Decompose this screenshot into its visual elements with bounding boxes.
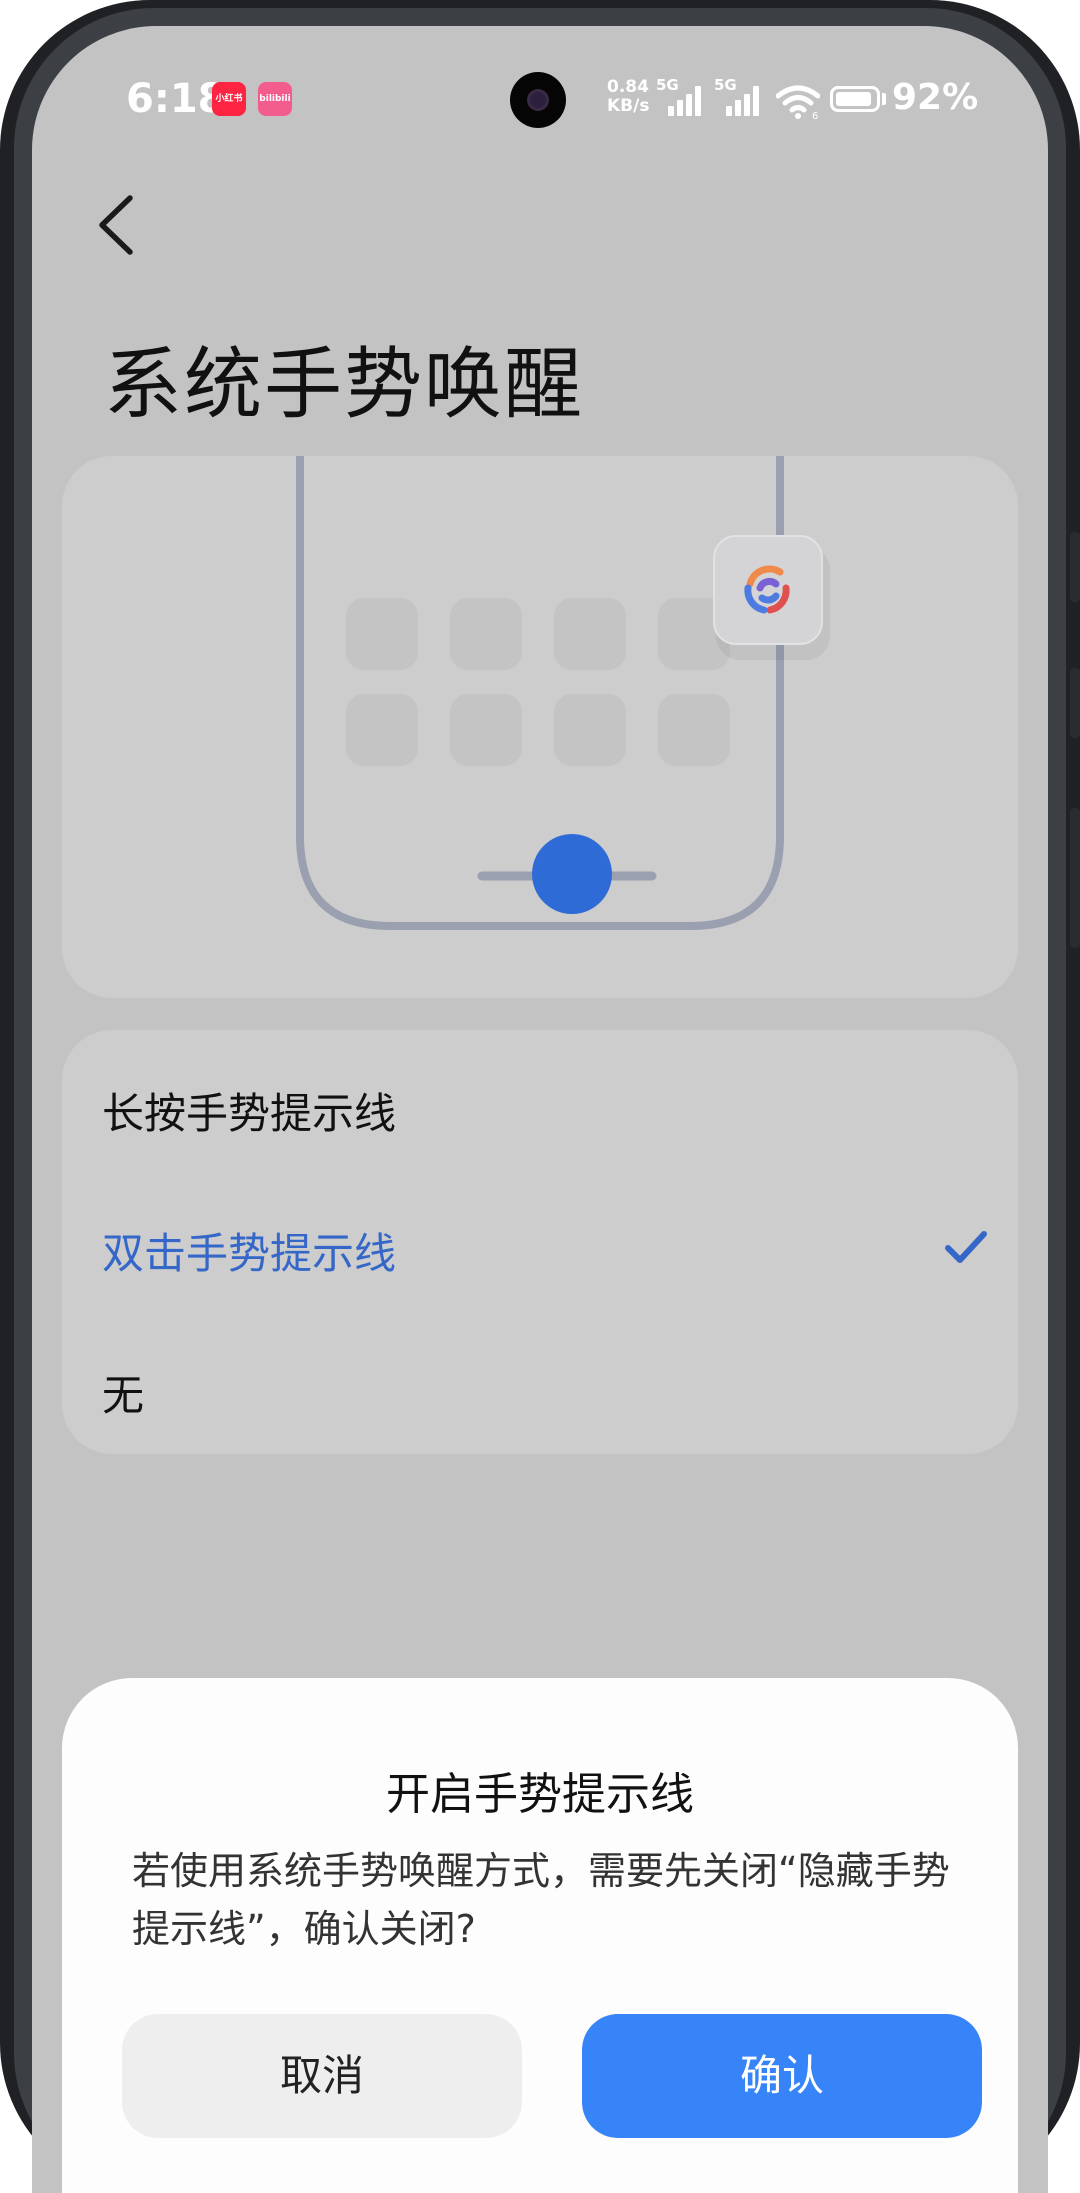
side-button-middle bbox=[1070, 668, 1080, 738]
battery-percent: 92% bbox=[892, 77, 979, 118]
network-speed-value: 0.84 bbox=[607, 77, 649, 97]
phone-illustration bbox=[296, 456, 830, 930]
option-double-tap[interactable]: 双击手势提示线 bbox=[62, 1180, 1018, 1310]
cell-signal-1-icon bbox=[668, 86, 708, 116]
dialog-title: 开启手势提示线 bbox=[386, 1769, 694, 1820]
front-camera bbox=[510, 72, 566, 128]
xiaohongshu-icon-text: 小红书 bbox=[215, 94, 243, 104]
battery-tip bbox=[882, 93, 886, 105]
status-time: 6:18 bbox=[126, 76, 226, 122]
side-button-power bbox=[1070, 808, 1080, 948]
cancel-button-label: 取消 bbox=[279, 2051, 364, 2100]
wifi-icon: 6 bbox=[776, 85, 820, 120]
xiaohongshu-app-icon: 小红书 bbox=[212, 82, 246, 116]
option-label: 长按手势提示线 bbox=[102, 1089, 397, 1138]
option-long-press[interactable]: 长按手势提示线 bbox=[62, 1040, 1018, 1170]
option-none[interactable]: 无 bbox=[62, 1322, 1018, 1452]
side-button-upper bbox=[1070, 532, 1080, 602]
page-title: 系统手势唤醒 bbox=[104, 340, 585, 430]
network-speed-unit: KB/s bbox=[607, 96, 650, 116]
screen: 6:18 小红书 bilibili 0.84 KB/s 5G 5G 6 92% … bbox=[32, 26, 1048, 2193]
option-label-selected: 双击手势提示线 bbox=[102, 1229, 397, 1278]
checkmark-icon bbox=[945, 1231, 987, 1263]
confirm-button[interactable]: 确认 bbox=[582, 2014, 982, 2138]
confirm-button-label: 确认 bbox=[739, 2051, 824, 2100]
chevron-left-icon[interactable] bbox=[92, 190, 140, 260]
gesture-illustration bbox=[62, 456, 1018, 998]
confirm-dialog: 开启手势提示线 若使用系统手势唤醒方式，需要先关闭“隐藏手势提示线”，确认关闭?… bbox=[62, 1678, 1018, 2193]
battery-fill bbox=[836, 92, 871, 106]
options-list: 长按手势提示线 双击手势提示线 无 bbox=[62, 1030, 1018, 1454]
bilibili-icon-text: bilibili bbox=[259, 94, 291, 104]
cell-signal-2-icon bbox=[726, 86, 766, 116]
network-speed: 0.84 KB/s bbox=[607, 78, 649, 116]
wifi-badge: 6 bbox=[812, 111, 818, 120]
dialog-message: 若使用系统手势唤醒方式，需要先关闭“隐藏手势提示线”，确认关闭? bbox=[132, 1849, 950, 1951]
app-grid-tiles bbox=[346, 598, 730, 766]
touch-dot bbox=[532, 834, 612, 914]
bilibili-app-icon: bilibili bbox=[258, 82, 292, 116]
option-label: 无 bbox=[102, 1371, 145, 1420]
battery-icon bbox=[830, 86, 880, 112]
cancel-button[interactable]: 取消 bbox=[122, 2014, 522, 2138]
